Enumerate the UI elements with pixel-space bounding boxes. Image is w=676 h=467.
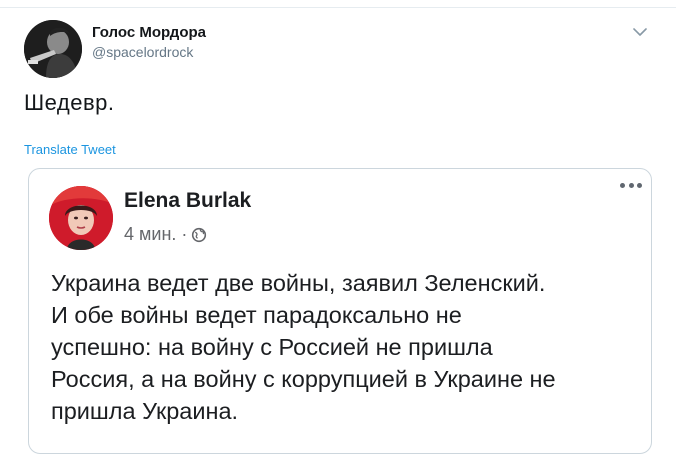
- fb-post-time[interactable]: 4 мин.: [124, 224, 176, 245]
- avatar[interactable]: [24, 20, 82, 78]
- fb-post-line: Россия, а на войну с коррупцией в Украин…: [51, 366, 556, 392]
- tweet-card: Голос Мордора @spacelordrock Шедевр. Tra…: [0, 0, 676, 467]
- more-dots-icon[interactable]: [620, 179, 642, 191]
- fb-author-name[interactable]: Elena Burlak: [124, 189, 251, 213]
- translate-tweet-link[interactable]: Translate Tweet: [24, 142, 116, 157]
- fb-post-line: И обе войны ведет парадоксально не: [51, 302, 462, 328]
- more-dot: [637, 182, 642, 188]
- tweet-text: Шедевр.: [24, 90, 115, 115]
- fb-avatar-image: [49, 186, 113, 250]
- more-dot: [620, 182, 625, 188]
- fb-post-line: Украина ведет две войны, заявил Зеленски…: [51, 270, 546, 296]
- globe-icon: [192, 227, 207, 242]
- fb-avatar[interactable]: [49, 186, 113, 250]
- fb-post-body: Украина ведет две войны, заявил Зеленски…: [51, 267, 643, 427]
- fb-post-meta: 4 мин. ·: [124, 224, 207, 245]
- fb-post-line: пришла Украина.: [51, 398, 239, 424]
- author-handle[interactable]: @spacelordrock: [92, 44, 193, 60]
- fb-post-line: успешно: на войну с Россией не пришла: [51, 334, 493, 360]
- author-display-name[interactable]: Голос Мордора: [92, 24, 206, 41]
- chevron-down-icon[interactable]: [632, 26, 648, 38]
- embedded-facebook-post[interactable]: Elena Burlak 4 мин. · Украина ведет две …: [28, 168, 652, 454]
- more-dot: [628, 182, 634, 188]
- divider: [0, 7, 676, 8]
- avatar-image: [24, 20, 82, 78]
- fb-meta-separator: ·: [181, 224, 188, 244]
